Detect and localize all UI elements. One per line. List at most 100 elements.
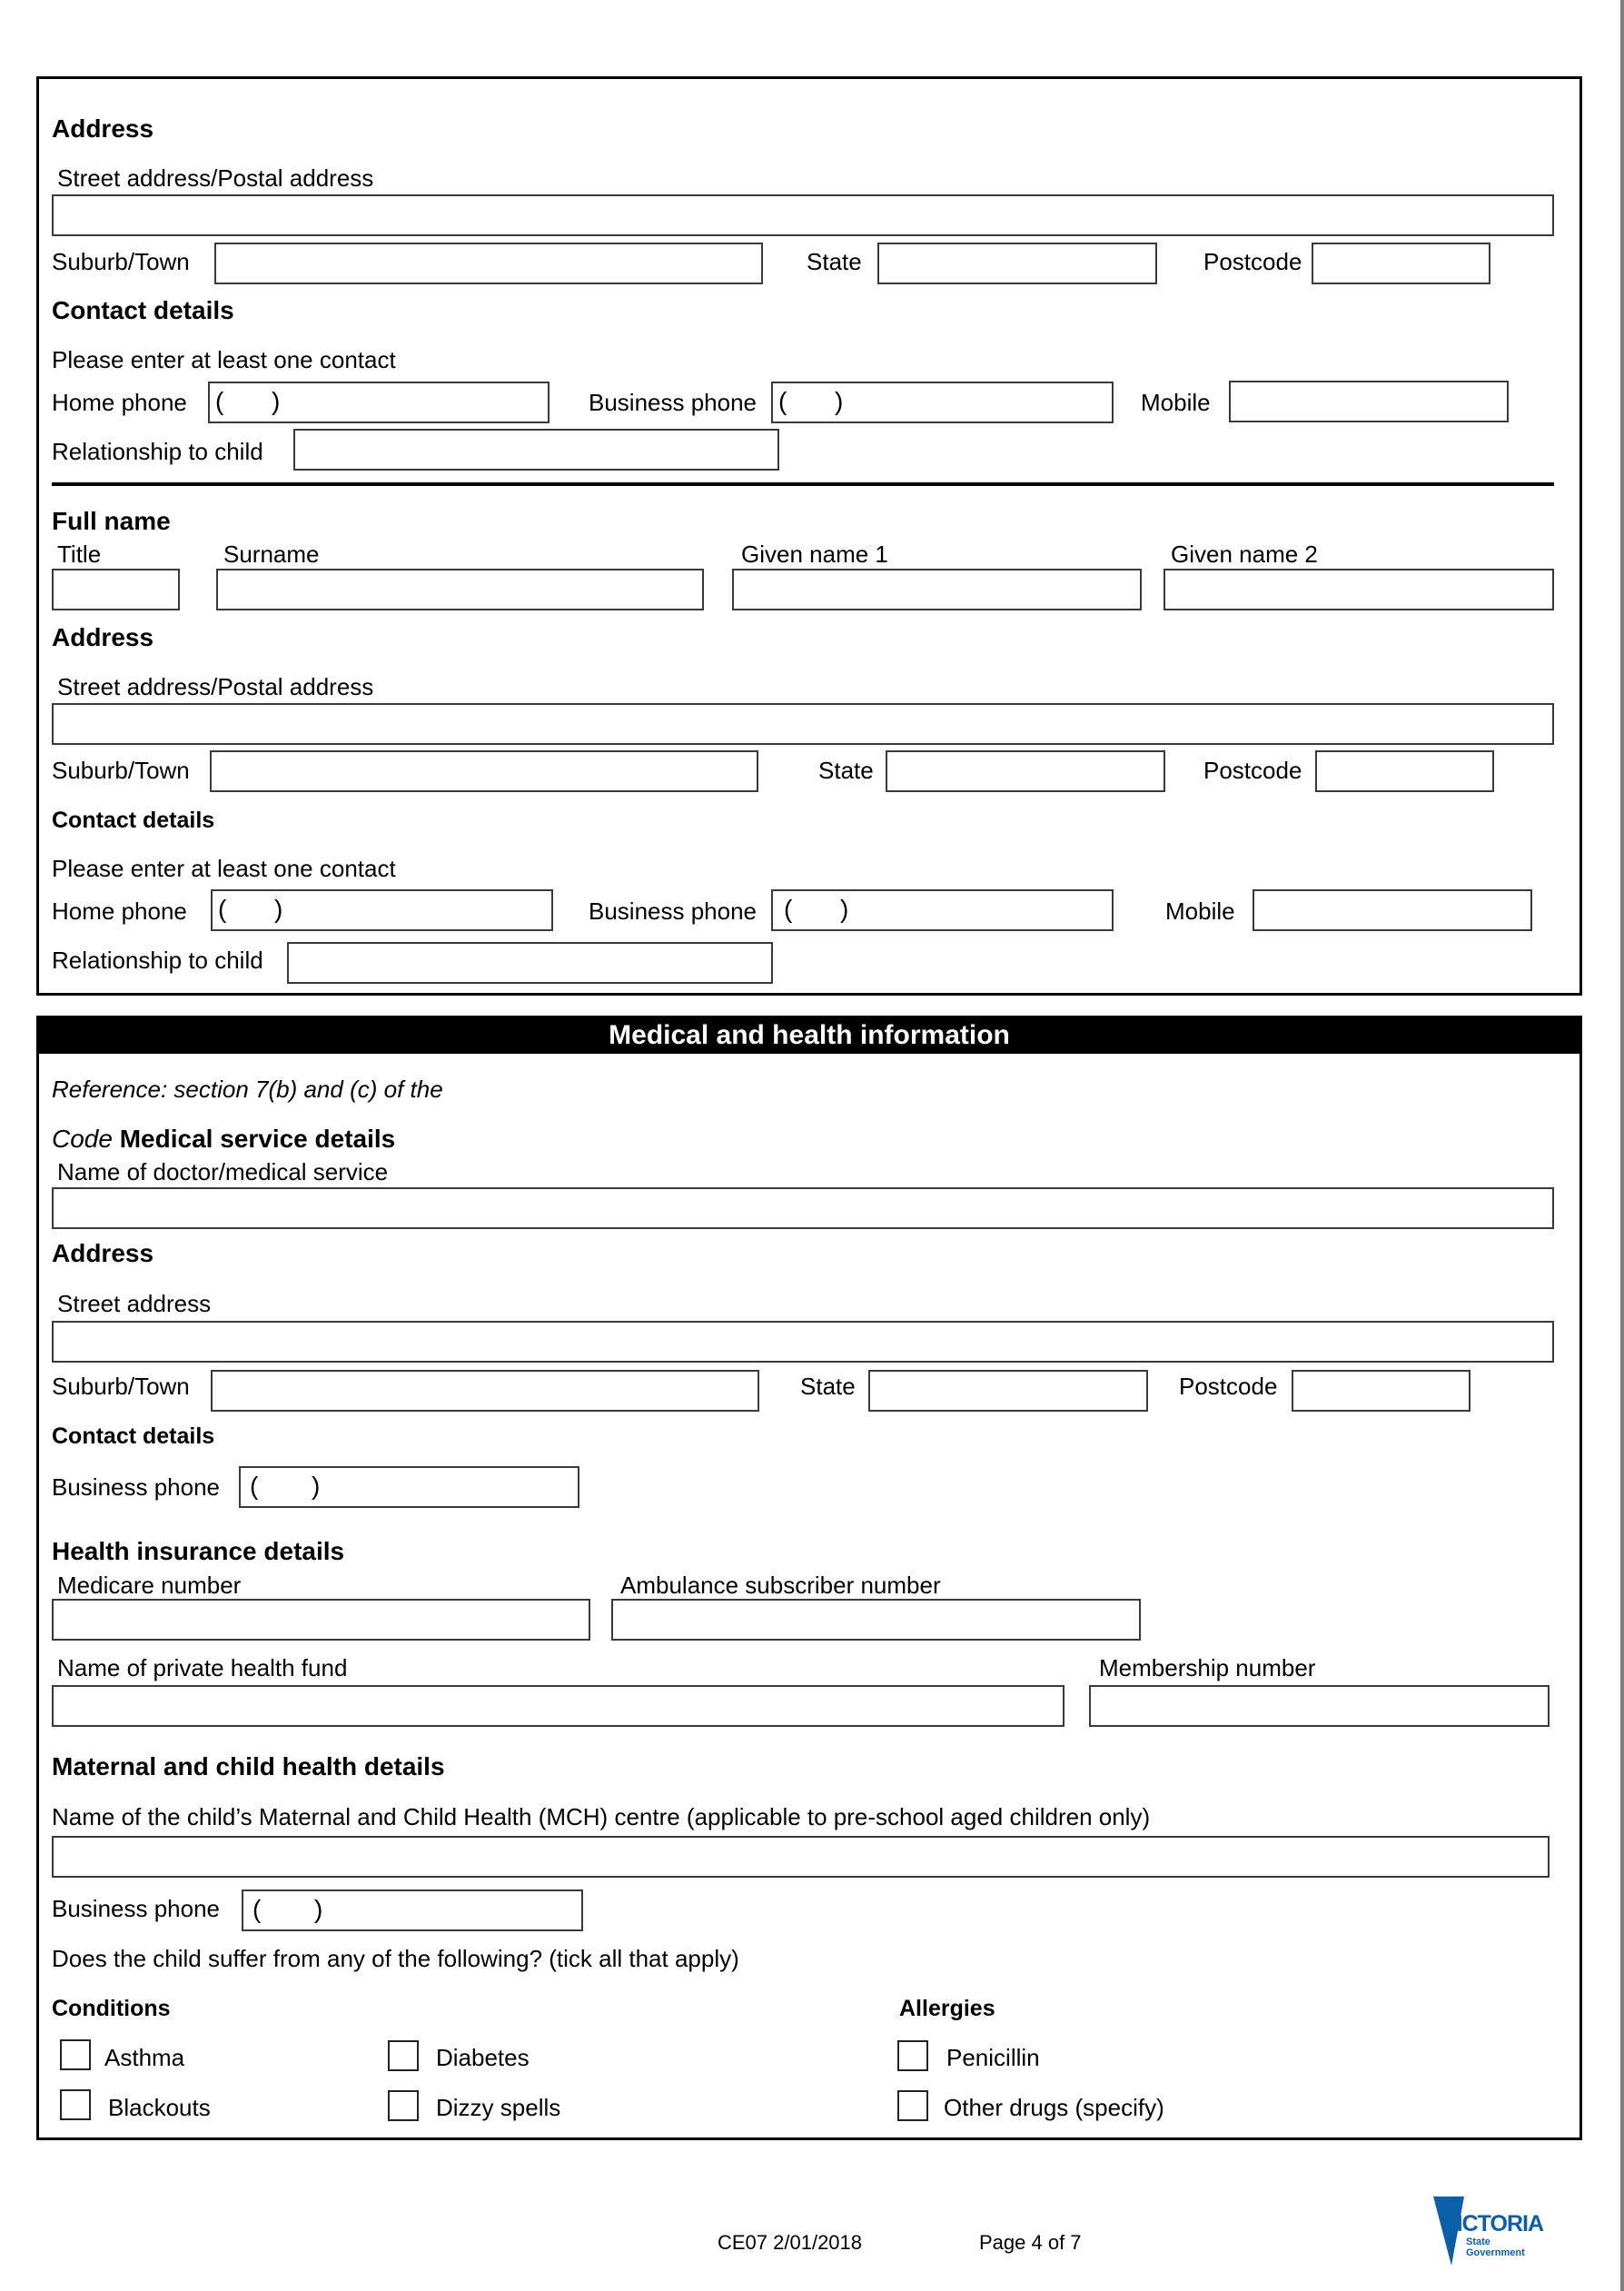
medical-suburb-label: Suburb/Town [52, 1373, 190, 1400]
medicare-input[interactable] [52, 1599, 590, 1641]
business-phone-input-2[interactable]: ( ) [771, 889, 1114, 931]
doctor-label: Name of doctor/medical service [57, 1158, 389, 1185]
victoria-state-government-logo: VICTORIA State Government [1433, 2197, 1560, 2266]
logo-word: VICTORIA [1442, 2211, 1544, 2236]
area-code-close: ) [840, 895, 849, 923]
dizzy-spells-checkbox[interactable] [388, 2090, 419, 2121]
dizzy-spells-label: Dizzy spells [436, 2094, 561, 2121]
given-name-2-input[interactable] [1164, 569, 1554, 610]
suburb-label-2: Suburb/Town [52, 757, 190, 784]
relationship-label-2: Relationship to child [52, 947, 263, 974]
area-code-close: ) [835, 387, 844, 415]
page-number: Page 4 of 7 [979, 2231, 1082, 2254]
mch-business-phone-input[interactable]: ( ) [242, 1889, 583, 1931]
medical-contact-heading: Contact details [52, 1423, 215, 1449]
postcode-label: Postcode [1203, 248, 1302, 275]
diabetes-checkbox[interactable] [388, 2040, 419, 2071]
street-address-input-2[interactable] [52, 703, 1554, 745]
postcode-label-2: Postcode [1203, 757, 1302, 784]
medical-postcode-input[interactable] [1292, 1370, 1471, 1412]
area-code-close: ) [312, 1472, 321, 1500]
mobile-input-2[interactable] [1253, 889, 1532, 931]
doctor-input[interactable] [52, 1187, 1554, 1229]
home-phone-label: Home phone [52, 389, 187, 416]
area-code-close: ) [274, 895, 283, 923]
relationship-input[interactable] [293, 429, 779, 471]
area-code-open: ( [218, 895, 227, 923]
business-phone-input[interactable]: ( ) [771, 382, 1114, 423]
surname-input[interactable] [216, 569, 704, 610]
logo-sub-state: State [1466, 2236, 1490, 2247]
ambulance-input[interactable] [611, 1599, 1141, 1641]
medical-state-input[interactable] [868, 1370, 1148, 1412]
medical-business-phone-label: Business phone [52, 1473, 221, 1501]
area-code-open: ( [250, 1472, 259, 1500]
mobile-label-2: Mobile [1165, 898, 1235, 925]
state-label-2: State [818, 757, 874, 784]
medical-postcode-label: Postcode [1179, 1373, 1278, 1400]
contact-heading-2: Contact details [52, 808, 215, 833]
suburb-label: Suburb/Town [52, 248, 190, 275]
membership-label: Membership number [1099, 1654, 1316, 1681]
suffer-question: Does the child suffer from any of the fo… [52, 1945, 739, 1972]
medical-street-label: Street address [57, 1290, 212, 1317]
area-code-open: ( [778, 387, 787, 415]
state-input-2[interactable] [886, 750, 1165, 792]
area-code-open: ( [253, 1895, 262, 1923]
mch-centre-input[interactable] [52, 1836, 1550, 1878]
ambulance-label: Ambulance subscriber number [620, 1572, 941, 1599]
home-phone-input-2[interactable]: ( ) [211, 889, 553, 931]
mch-heading: Maternal and child health details [52, 1752, 445, 1780]
reference-text: Reference: section 7(b) and (c) of the [52, 1076, 443, 1103]
insurance-heading: Health insurance details [52, 1537, 345, 1565]
private-fund-input[interactable] [52, 1685, 1065, 1727]
code-word: Code [52, 1125, 113, 1153]
address-heading: Address [52, 114, 154, 143]
postcode-input-2[interactable] [1315, 750, 1494, 792]
medical-address-heading: Address [52, 1239, 154, 1267]
other-drugs-label: Other drugs (specify) [944, 2094, 1164, 2121]
street-label-2: Street address/Postal address [57, 673, 374, 700]
mobile-label: Mobile [1141, 389, 1211, 416]
given-name-2-label: Given name 2 [1171, 541, 1318, 568]
surname-label: Surname [223, 541, 320, 568]
business-phone-label: Business phone [589, 389, 758, 416]
membership-input[interactable] [1089, 1685, 1550, 1727]
medical-state-label: State [800, 1373, 856, 1400]
mch-business-phone-label: Business phone [52, 1895, 221, 1922]
state-label: State [807, 248, 862, 275]
logo-sub-government: Government [1466, 2247, 1525, 2258]
medical-section-header: Medical and health information [38, 1017, 1580, 1054]
relationship-input-2[interactable] [287, 942, 773, 984]
other-drugs-checkbox[interactable] [897, 2090, 928, 2121]
given-name-1-input[interactable] [732, 569, 1142, 610]
diabetes-label: Diabetes [436, 2044, 530, 2071]
address-heading-2: Address [52, 623, 154, 651]
relationship-label: Relationship to child [52, 438, 263, 465]
mch-centre-label: Name of the child’s Maternal and Child H… [52, 1803, 1151, 1830]
medical-street-input[interactable] [52, 1321, 1554, 1363]
medicare-label: Medicare number [57, 1572, 242, 1599]
medical-suburb-input[interactable] [211, 1370, 759, 1412]
postcode-input[interactable] [1312, 243, 1490, 284]
suburb-input-2[interactable] [210, 750, 758, 792]
area-code-open: ( [215, 387, 224, 415]
blackouts-checkbox[interactable] [60, 2089, 91, 2120]
contact-note-2: Please enter at least one contact [52, 855, 396, 882]
medical-service-heading-row: Code Medical service details [52, 1125, 395, 1154]
title-input[interactable] [52, 569, 180, 610]
home-phone-label-2: Home phone [52, 898, 187, 925]
mobile-input[interactable] [1229, 381, 1509, 422]
form-code: CE07 2/01/2018 [718, 2231, 863, 2254]
asthma-checkbox[interactable] [60, 2039, 91, 2070]
suburb-input[interactable] [214, 243, 763, 284]
medical-business-phone-input[interactable]: ( ) [239, 1466, 579, 1508]
penicillin-label: Penicillin [946, 2044, 1040, 2071]
fullname-heading: Full name [52, 507, 171, 535]
area-code-close: ) [272, 387, 281, 415]
state-input[interactable] [877, 243, 1157, 284]
home-phone-input[interactable]: ( ) [208, 382, 550, 423]
penicillin-checkbox[interactable] [897, 2040, 928, 2071]
title-label: Title [57, 541, 102, 568]
street-address-input[interactable] [52, 194, 1554, 236]
